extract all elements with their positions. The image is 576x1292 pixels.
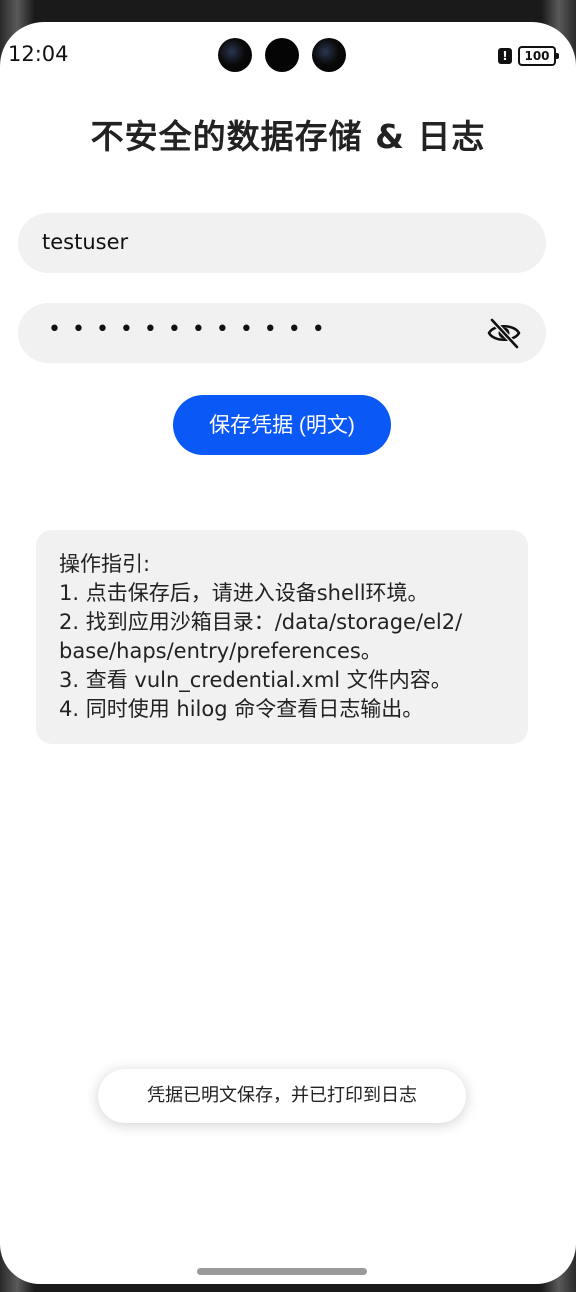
- instruction-line: 1. 点击保存后，请进入设备shell环境。: [59, 581, 429, 605]
- camera-lens-icon: [265, 38, 299, 72]
- alert-icon: !: [498, 48, 512, 64]
- status-time: 12:04: [8, 42, 69, 66]
- status-bar: 12:04 ! 100: [0, 22, 576, 86]
- home-indicator[interactable]: [197, 1268, 367, 1275]
- password-masked-value: ••••••••••••: [48, 317, 336, 342]
- save-credentials-button[interactable]: 保存凭据 (明文): [173, 395, 391, 455]
- instruction-line: 2. 找到应用沙箱目录：/data/storage/el2/: [59, 610, 463, 634]
- eye-off-icon[interactable]: [486, 315, 522, 351]
- camera-lens-icon: [218, 38, 252, 72]
- username-input[interactable]: testuser: [18, 213, 546, 273]
- battery-icon: 100: [518, 46, 559, 66]
- status-icons: ! 100: [498, 46, 559, 66]
- toast-message: 凭据已明文保存，并已打印到日志: [98, 1069, 466, 1123]
- page-title: 不安全的数据存储 & 日志: [90, 117, 486, 156]
- instructions-card: 操作指引: 1. 点击保存后，请进入设备shell环境。 2. 找到应用沙箱目录…: [36, 530, 528, 744]
- instruction-line: base/haps/entry/preferences。: [59, 639, 382, 663]
- instruction-line: 4. 同时使用 hilog 命令查看日志输出。: [59, 697, 424, 721]
- password-input[interactable]: ••••••••••••: [18, 303, 546, 363]
- username-value: testuser: [42, 230, 129, 254]
- phone-screen: 12:04 ! 100 不安全的数据存储 & 日志 testuser •••••…: [0, 22, 576, 1284]
- instruction-line: 操作指引:: [59, 552, 151, 576]
- camera-lens-icon: [312, 38, 346, 72]
- instruction-line: 3. 查看 vuln_credential.xml 文件内容。: [59, 668, 452, 692]
